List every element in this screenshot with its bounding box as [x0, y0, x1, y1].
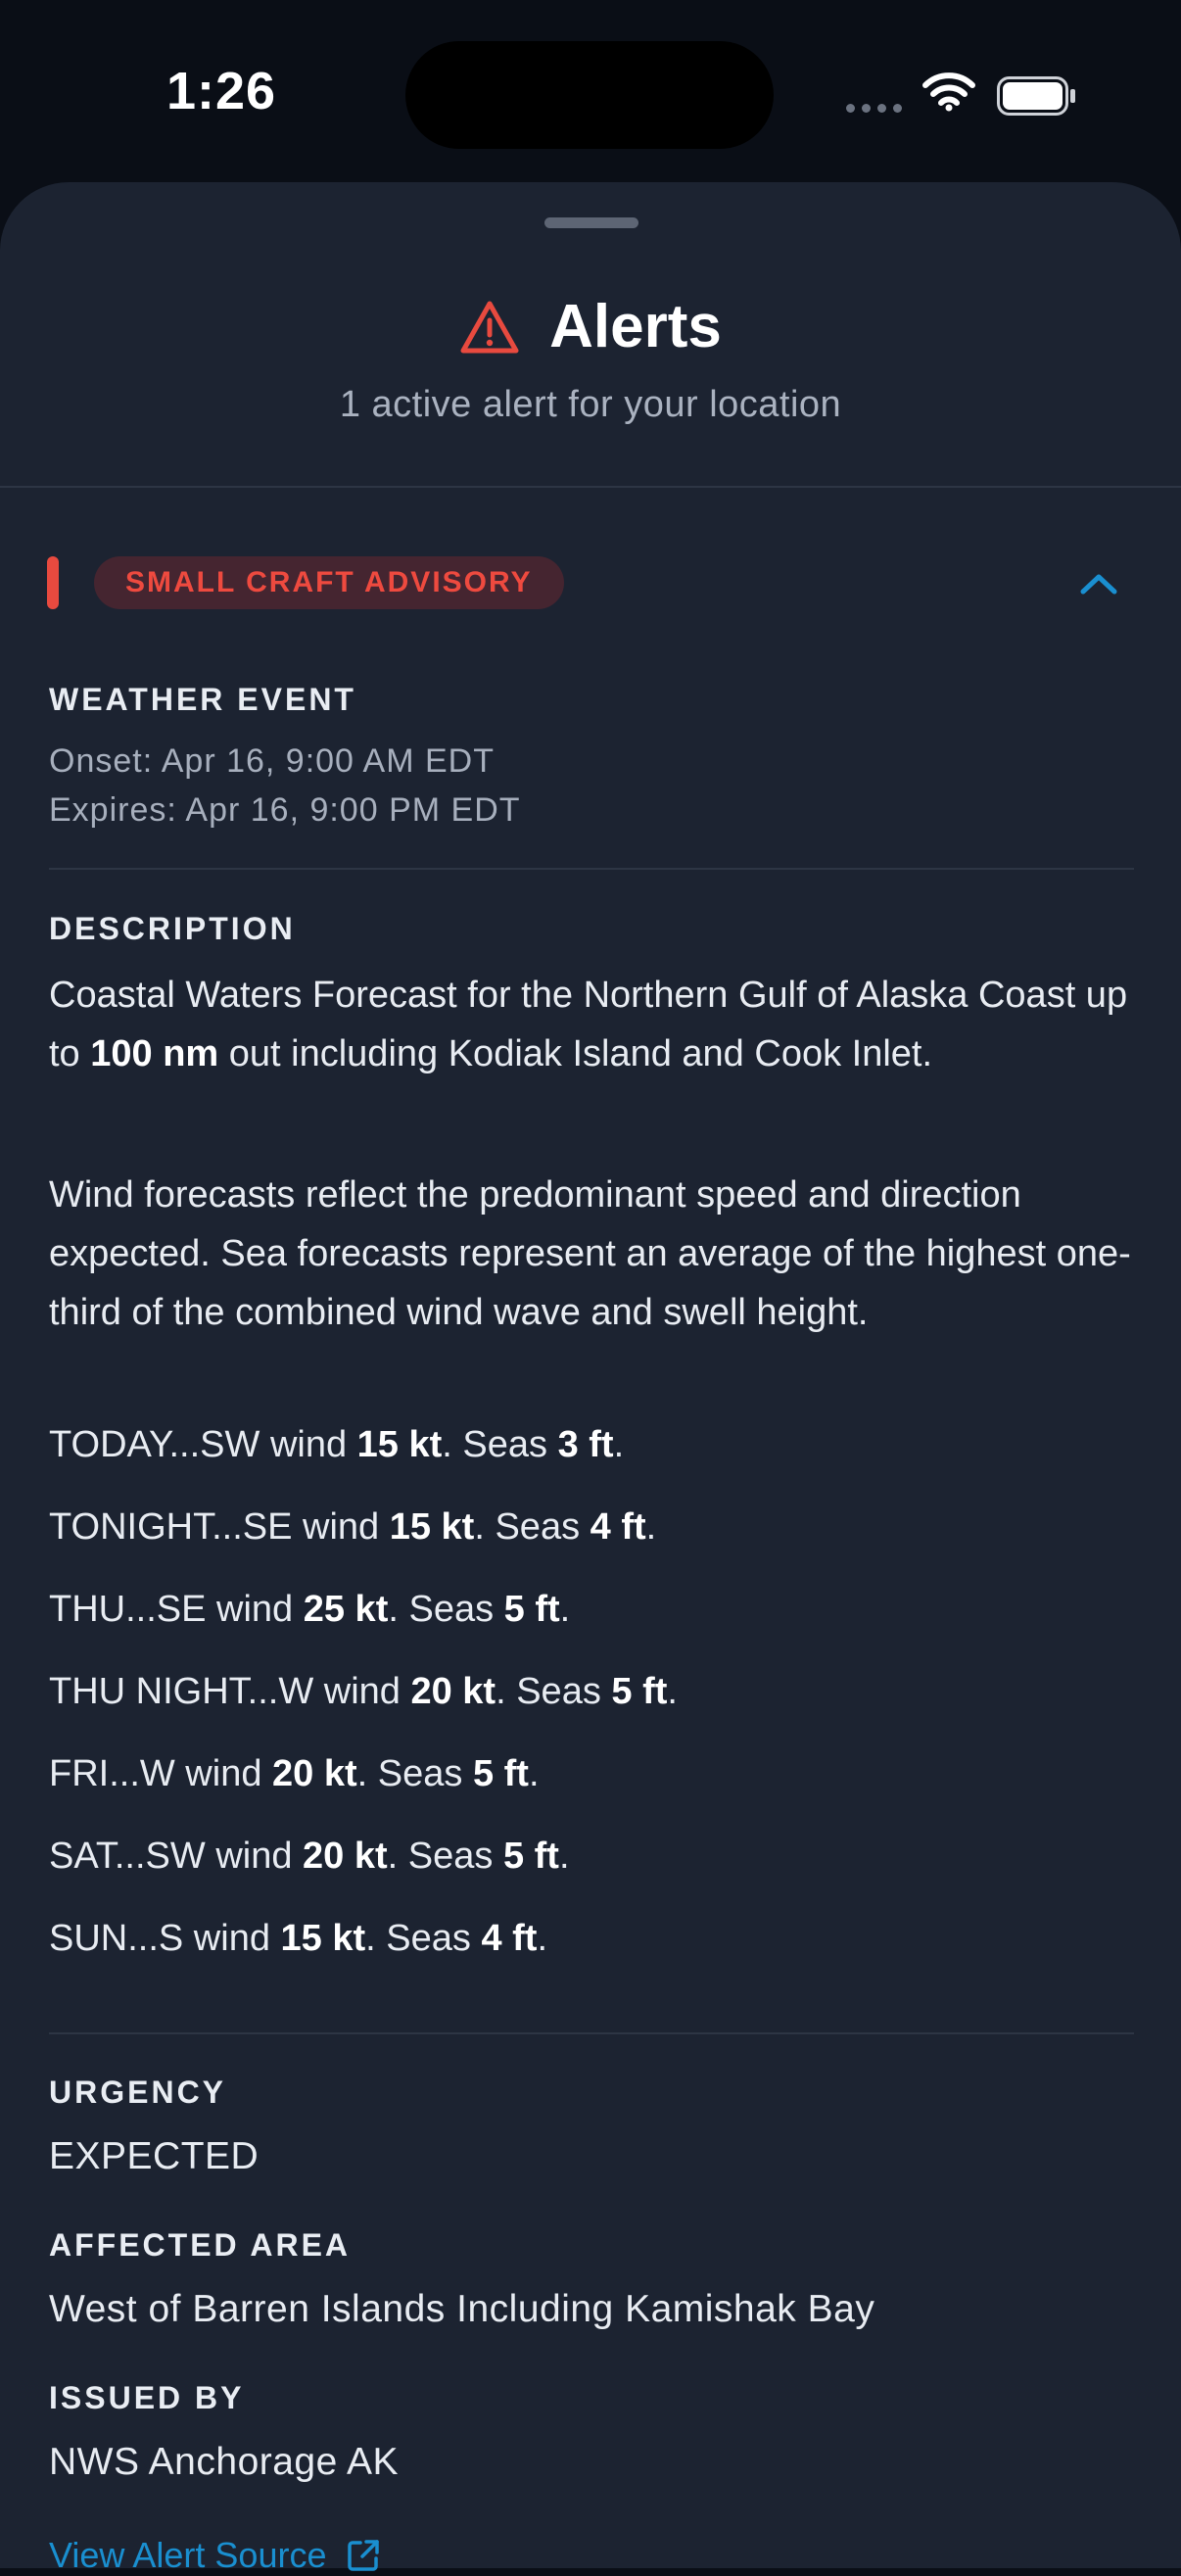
description-paragraph: Coastal Waters Forecast for the Northern…	[49, 975, 1128, 1074]
cellular-signal-icon	[846, 104, 902, 113]
wifi-icon	[922, 72, 975, 112]
forecast-line: TODAY...SW wind 15 kt. Seas 3 ft.	[49, 1424, 625, 1465]
sheet-grabber[interactable]	[544, 217, 638, 228]
forecast-line: FRI...W wind 20 kt. Seas 5 ft.	[49, 1753, 540, 1794]
dynamic-island	[405, 41, 774, 149]
view-alert-source-label[interactable]: View Alert Source	[49, 2535, 326, 2576]
alert-type-badge: SMALL CRAFT ADVISORY	[94, 556, 564, 609]
divider	[49, 2032, 1134, 2034]
status-bar: 1:26	[0, 0, 1181, 186]
affected-area-value: West of Barren Islands Including Kamisha…	[49, 2288, 875, 2330]
alerts-sheet: Alerts 1 active alert for your location …	[0, 182, 1181, 2575]
forecast-line: THU NIGHT...W wind 20 kt. Seas 5 ft.	[49, 1671, 678, 1712]
urgency-value: EXPECTED	[49, 2135, 260, 2177]
forecast-line: SAT...SW wind 20 kt. Seas 5 ft.	[49, 1836, 570, 1877]
chevron-up-icon[interactable]	[1077, 564, 1120, 603]
battery-icon	[997, 76, 1075, 116]
sheet-header: Alerts	[0, 292, 1181, 361]
description-paragraph: Wind forecasts reflect the predominant s…	[49, 1174, 1131, 1333]
forecast-line: TONIGHT...SE wind 15 kt. Seas 4 ft.	[49, 1506, 657, 1548]
affected-area-label: AFFECTED AREA	[49, 2227, 352, 2263]
page-title: Alerts	[549, 293, 722, 360]
issued-by-value: NWS Anchorage AK	[49, 2441, 400, 2483]
warning-triangle-icon	[460, 301, 519, 353]
weather-event-label: WEATHER EVENT	[49, 682, 356, 717]
onset-time: Onset: Apr 16, 9:00 AM EDT	[49, 742, 495, 780]
expires-time: Expires: Apr 16, 9:00 PM EDT	[49, 791, 521, 829]
forecast-line: SUN...S wind 15 kt. Seas 4 ft.	[49, 1918, 548, 1959]
divider	[0, 486, 1181, 488]
description-label: DESCRIPTION	[49, 911, 296, 946]
divider	[49, 868, 1134, 870]
forecast-line: THU...SE wind 25 kt. Seas 5 ft.	[49, 1589, 571, 1630]
urgency-label: URGENCY	[49, 2075, 227, 2110]
description-text: Coastal Waters Forecast for the Northern…	[49, 966, 1136, 1083]
severity-indicator	[47, 556, 59, 609]
view-alert-source-link[interactable]: View Alert Source	[49, 2535, 381, 2576]
status-time: 1:26	[166, 62, 277, 120]
page-subtitle: 1 active alert for your location	[339, 384, 842, 425]
issued-by-label: ISSUED BY	[49, 2380, 245, 2415]
